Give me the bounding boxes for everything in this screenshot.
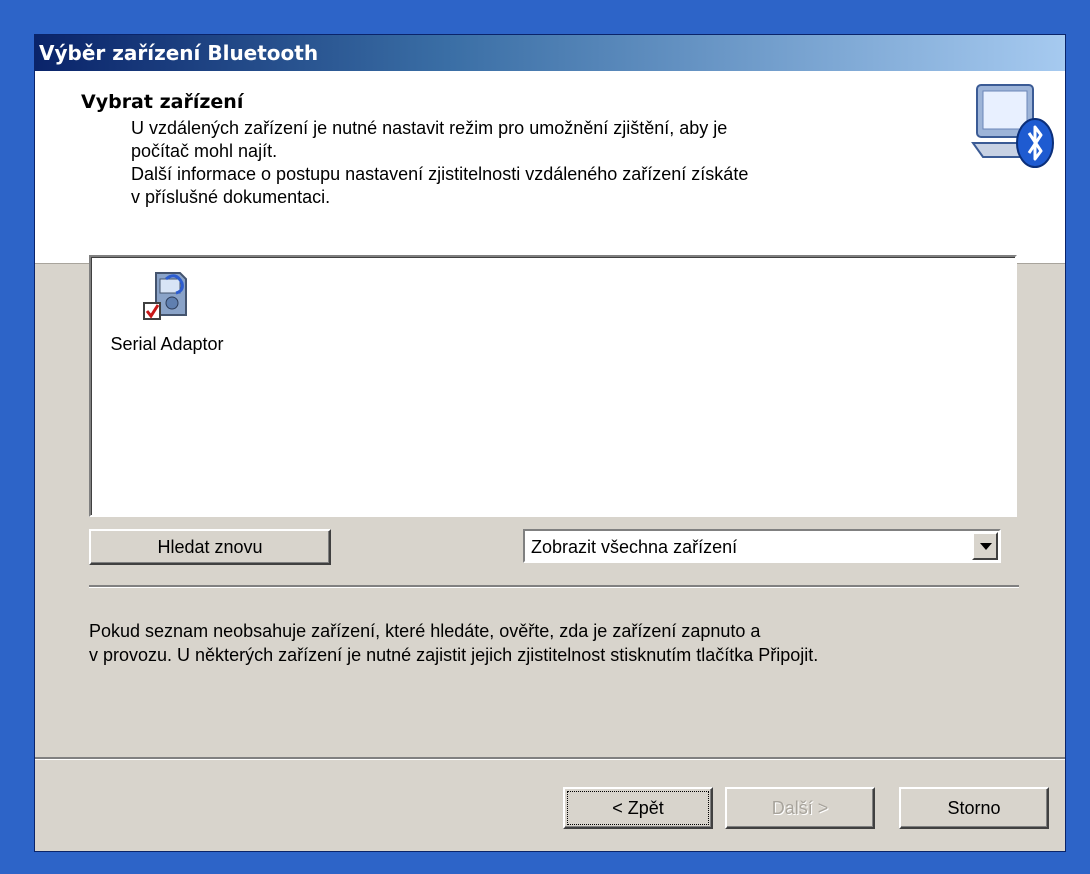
bluetooth-wizard-window: Výběr zařízení Bluetooth Vybrat zařízení… (34, 34, 1066, 852)
serial-adaptor-icon (143, 272, 187, 320)
note-line: v provozu. U některých zařízení je nutné… (89, 645, 819, 665)
description-line: v příslušné dokumentaci. (131, 187, 331, 207)
page-heading: Vybrat zařízení (81, 91, 244, 113)
description-line: Další informace o postupu nastavení zjis… (131, 164, 749, 184)
help-note: Pokud seznam neobsahuje zařízení, které … (89, 619, 1029, 667)
title-bar[interactable]: Výběr zařízení Bluetooth (35, 35, 1065, 71)
cancel-button[interactable]: Storno (899, 787, 1049, 829)
device-label: Serial Adaptor (110, 334, 224, 354)
window-title: Výběr zařízení Bluetooth (39, 41, 319, 65)
description-line: počítač mohl najít. (131, 141, 278, 161)
next-button[interactable]: Další > (725, 787, 875, 829)
description-line: U vzdálených zařízení je nutné nastavit … (131, 118, 728, 138)
bluetooth-computer-icon (971, 84, 1054, 168)
back-button[interactable]: < Zpět (563, 787, 713, 829)
section-divider (89, 585, 1019, 588)
chevron-down-icon[interactable] (972, 532, 998, 560)
device-filter-value: Zobrazit všechna zařízení (531, 537, 738, 557)
device-filter-select[interactable]: Zobrazit všechna zařízení (523, 529, 1001, 563)
note-line: Pokud seznam neobsahuje zařízení, které … (89, 621, 761, 641)
page-description: U vzdálených zařízení je nutné nastavit … (131, 117, 921, 209)
device-list[interactable]: Serial Adaptor (89, 255, 1017, 517)
search-again-button[interactable]: Hledat znovu (89, 529, 331, 565)
device-item-serial-adaptor[interactable]: Serial Adaptor (97, 269, 237, 355)
wizard-header: Vybrat zařízení U vzdálených zařízení je… (35, 71, 1065, 264)
footer-divider (35, 757, 1065, 760)
